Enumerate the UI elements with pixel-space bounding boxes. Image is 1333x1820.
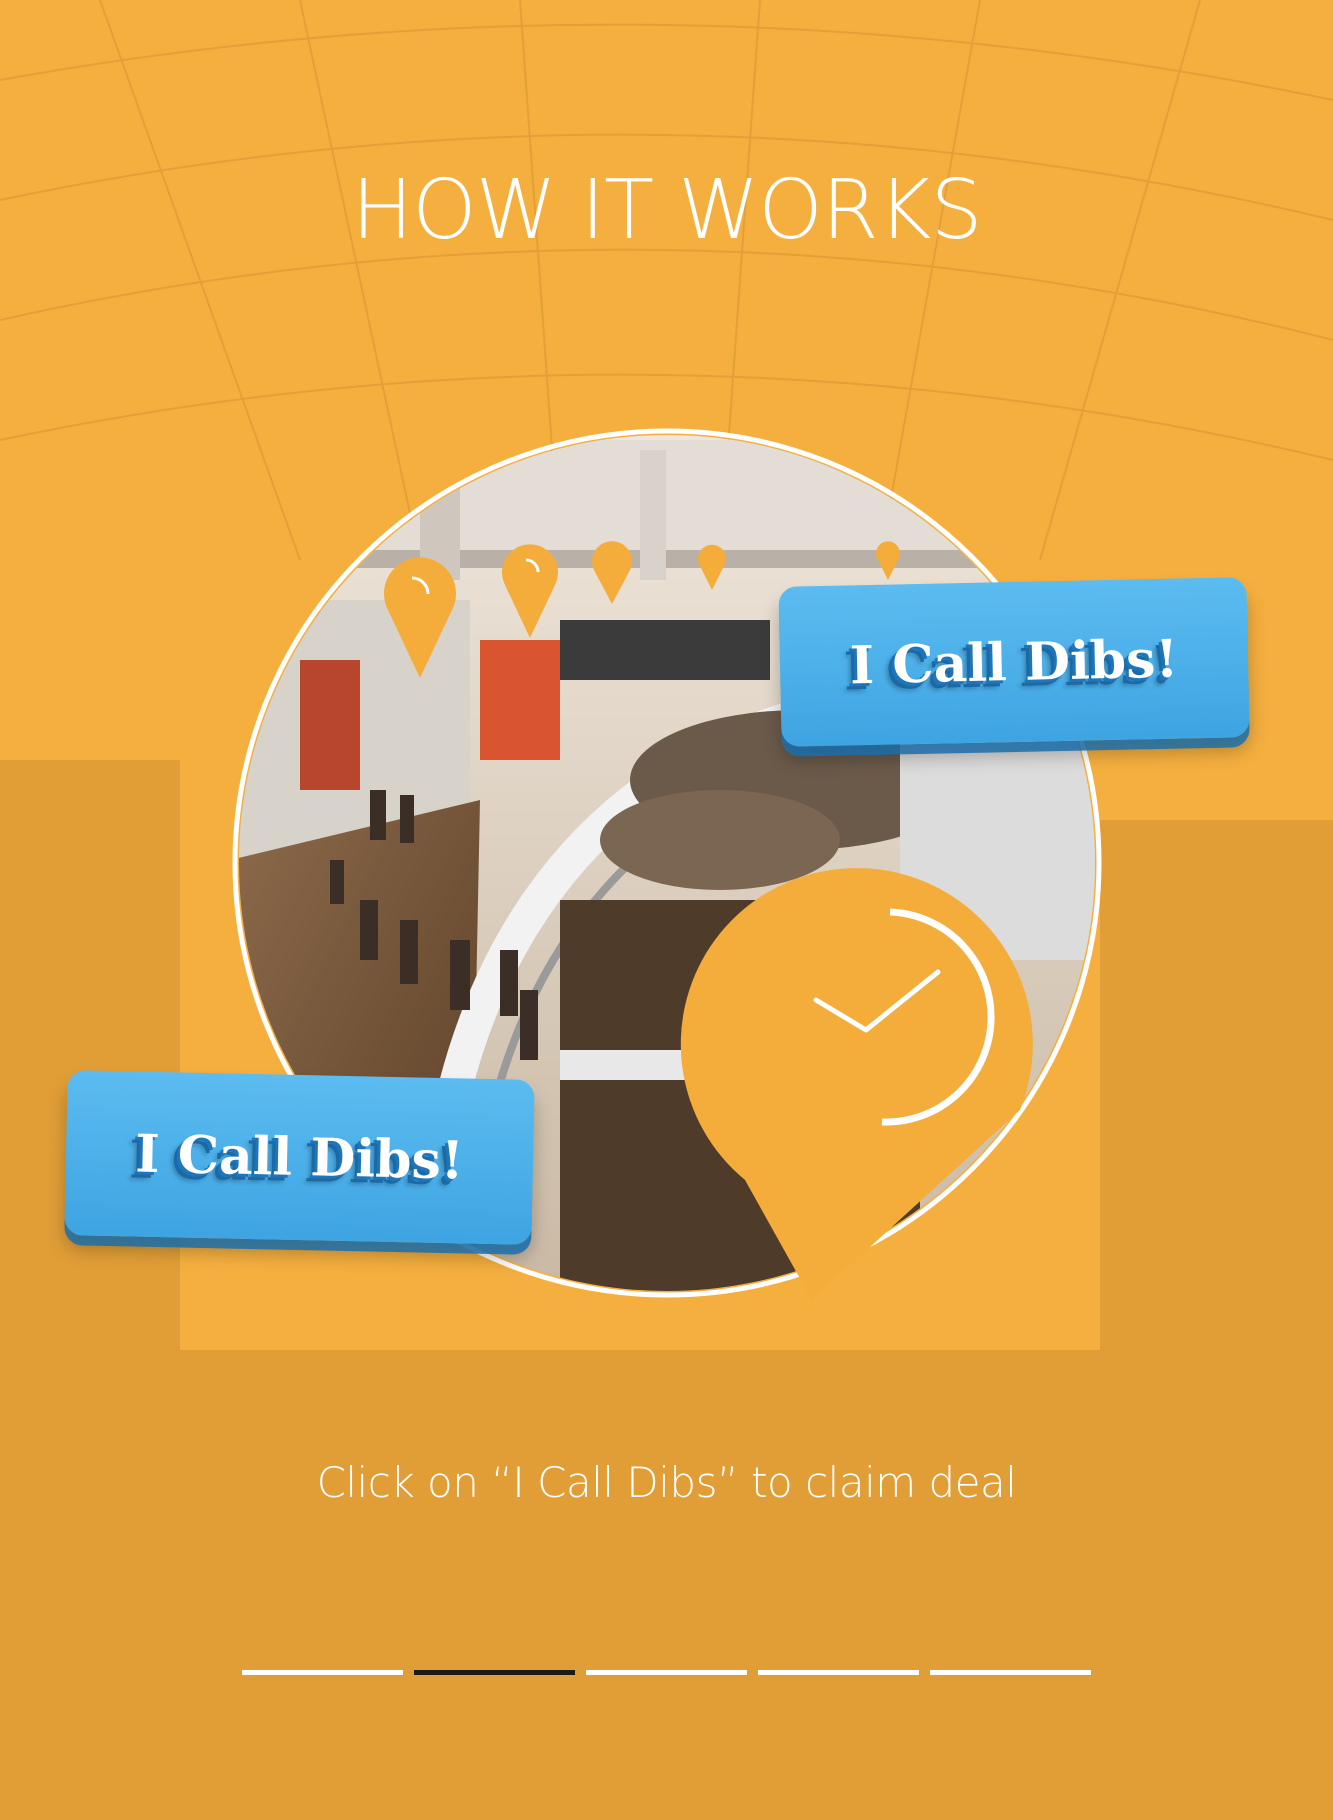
onboarding-screen: HOW IT WORKS I Call Dibs! I Call Dibs! C… [0, 0, 1333, 1820]
pager-dot[interactable] [758, 1670, 919, 1675]
call-dibs-button[interactable]: I Call Dibs! [778, 577, 1250, 747]
illustration [232, 428, 1102, 1300]
pager-dot[interactable] [586, 1670, 747, 1675]
call-dibs-button[interactable]: I Call Dibs! [64, 1070, 535, 1245]
page-indicator [242, 1670, 1092, 1678]
pager-dot[interactable] [930, 1670, 1091, 1675]
call-dibs-label: I Call Dibs! [134, 1123, 465, 1192]
call-dibs-label: I Call Dibs! [849, 628, 1179, 696]
pager-dot[interactable] [242, 1670, 403, 1675]
pager-dot[interactable] [414, 1670, 575, 1675]
instruction-caption: Click on “I Call Dibs” to claim deal [316, 1458, 1017, 1507]
